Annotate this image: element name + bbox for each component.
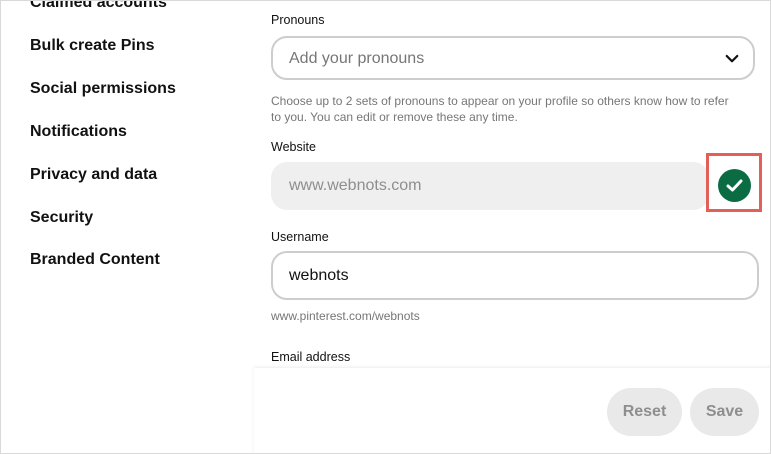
- username-helper-url: www.pinterest.com/webnots: [271, 309, 420, 323]
- pronouns-label: Pronouns: [271, 13, 325, 27]
- sidebar-item-privacy-and-data[interactable]: Privacy and data: [30, 166, 157, 184]
- sidebar-item-bulk-create-pins[interactable]: Bulk create Pins: [30, 37, 155, 55]
- sidebar-item-social-permissions[interactable]: Social permissions: [30, 80, 176, 98]
- sidebar-item-notifications[interactable]: Notifications: [30, 123, 127, 141]
- sidebar-item-branded-content[interactable]: Branded Content: [30, 251, 160, 269]
- username-input[interactable]: webnots: [271, 251, 759, 300]
- pronouns-select[interactable]: Add your pronouns: [271, 36, 755, 80]
- action-bar: Reset Save: [254, 368, 770, 453]
- email-label: Email address: [271, 350, 351, 364]
- chevron-down-icon: [725, 54, 739, 63]
- sidebar-item-security[interactable]: Security: [30, 209, 93, 227]
- settings-window: Claimed accounts Bulk create Pins Social…: [0, 0, 771, 454]
- pronouns-placeholder: Add your pronouns: [289, 50, 425, 67]
- pronouns-helper-text: Choose up to 2 sets of pronouns to appea…: [271, 94, 729, 124]
- sidebar-item-claimed-accounts[interactable]: Claimed accounts: [30, 1, 167, 12]
- website-input[interactable]: www.webnots.com: [271, 162, 709, 210]
- website-value: www.webnots.com: [289, 177, 422, 194]
- username-label: Username: [271, 230, 329, 244]
- username-value: webnots: [289, 267, 349, 284]
- website-label: Website: [271, 140, 316, 154]
- reset-button[interactable]: Reset: [607, 388, 682, 436]
- verified-check-icon: [718, 169, 751, 202]
- save-button[interactable]: Save: [690, 388, 759, 436]
